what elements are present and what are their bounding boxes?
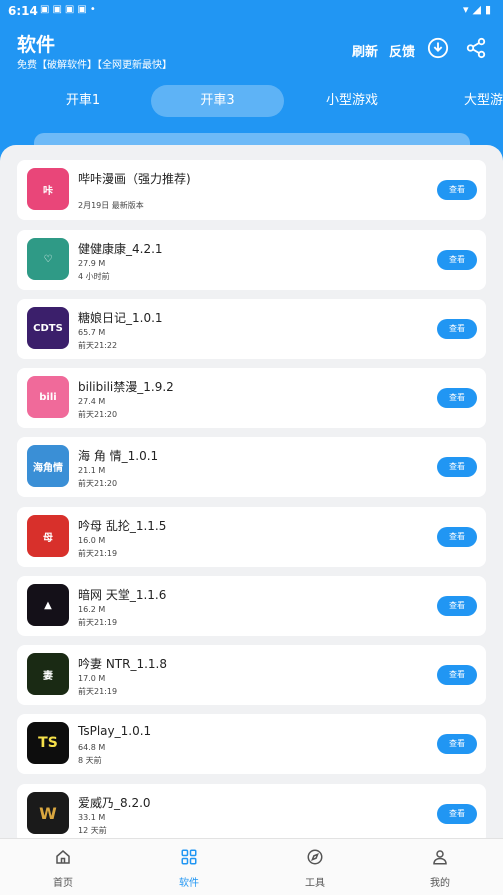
- app-header: 软件 免费【破解软件】【全网更新最快】 刷新 反馈: [0, 22, 503, 80]
- app-icon: CDTS: [27, 307, 69, 349]
- app-date: 前天21:19: [78, 687, 118, 696]
- app-date: 12 天前: [78, 826, 107, 835]
- refresh-button[interactable]: 刷新: [352, 41, 378, 60]
- nav-home-label: 首页: [53, 878, 73, 889]
- view-button[interactable]: 查看: [437, 596, 477, 616]
- status-bar: 6:14 ▣▣▣▣• ▾◢▮: [0, 0, 503, 22]
- app-icon: ▲: [27, 584, 69, 626]
- app-icon: 海角情: [27, 445, 69, 487]
- app-size: 27.4 M: [78, 397, 106, 406]
- nav-tools[interactable]: 工具: [252, 839, 378, 895]
- view-button[interactable]: 查看: [437, 734, 477, 754]
- view-button[interactable]: 查看: [437, 457, 477, 477]
- compass-icon: [307, 849, 323, 865]
- list-item[interactable]: TS TsPlay_1.0.1 64.8 M 8 天前 查看: [17, 714, 486, 774]
- view-button[interactable]: 查看: [437, 319, 477, 339]
- app-size: 27.9 M: [78, 259, 106, 268]
- app-size: 16.2 M: [78, 605, 106, 614]
- home-icon: [56, 850, 70, 864]
- app-date: 前天21:20: [78, 410, 118, 419]
- app-name: TsPlay_1.0.1: [78, 724, 152, 738]
- user-icon: [433, 850, 447, 865]
- view-button[interactable]: 查看: [437, 804, 477, 824]
- tab-large-games[interactable]: 大型游戏: [445, 85, 503, 117]
- app-name: 哔咔漫画（强力推荐): [78, 172, 191, 186]
- feedback-button[interactable]: 反馈: [389, 41, 415, 60]
- nav-profile-label: 我的: [430, 878, 450, 889]
- app-date: 前天21:19: [78, 618, 118, 627]
- share-icon[interactable]: [465, 37, 487, 59]
- app-name: 爱威乃_8.2.0: [78, 796, 151, 810]
- app-name: 吟妻 NTR_1.1.8: [78, 657, 167, 671]
- tab-kaiche3[interactable]: 开車3: [151, 85, 284, 117]
- list-item[interactable]: ♡ 健健康康_4.2.1 27.9 M 4 小时前 查看: [17, 230, 486, 290]
- grid-icon: [181, 849, 197, 865]
- app-size: 17.0 M: [78, 674, 106, 683]
- status-time: 6:14: [8, 4, 38, 18]
- app-date: 前天21:22: [78, 341, 118, 350]
- paw-icon: ▣: [64, 4, 78, 15]
- notification-icons: ▣▣▣▣•: [40, 4, 99, 15]
- list-item[interactable]: ▲ 暗网 天堂_1.1.6 16.2 M 前天21:19 查看: [17, 576, 486, 636]
- view-button[interactable]: 查看: [437, 388, 477, 408]
- dot-icon: •: [89, 4, 99, 15]
- category-tabs: 开車1 开車3 小型游戏 大型游戏: [0, 85, 503, 119]
- app-list: 咔 哔咔漫画（强力推荐) 2月19日 最新版本 查看 ♡ 健健康康_4.2.1 …: [0, 145, 503, 845]
- list-item[interactable]: CDTS 糖娘日记_1.0.1 65.7 M 前天21:22 查看: [17, 299, 486, 359]
- app-name: 健健康康_4.2.1: [78, 242, 163, 256]
- list-item[interactable]: 海角情 海 角 情_1.0.1 21.1 M 前天21:20 查看: [17, 437, 486, 497]
- view-button[interactable]: 查看: [437, 250, 477, 270]
- list-item[interactable]: 咔 哔咔漫画（强力推荐) 2月19日 最新版本 查看: [17, 160, 486, 220]
- tab-small-games[interactable]: 小型游戏: [307, 85, 397, 117]
- battery-icon: ▮: [484, 3, 495, 16]
- app-name: 吟母 乱抡_1.1.5: [78, 519, 167, 533]
- app-icon: TS: [27, 722, 69, 764]
- app-size: 65.7 M: [78, 328, 106, 337]
- system-icons: ▾◢▮: [463, 3, 495, 16]
- app-date: 4 小时前: [78, 272, 110, 281]
- app-size: 33.1 M: [78, 813, 106, 822]
- paw-icon: ▣: [52, 4, 65, 15]
- nav-home[interactable]: 首页: [0, 839, 126, 895]
- view-button[interactable]: 查看: [437, 527, 477, 547]
- nav-tools-label: 工具: [305, 878, 325, 889]
- app-name: bilibili禁漫_1.9.2: [78, 380, 174, 394]
- bottom-nav: 首页 软件 工具 我的: [0, 838, 503, 895]
- tab-kaiche1[interactable]: 开車1: [38, 85, 128, 117]
- app-icon: ♡: [27, 238, 69, 280]
- app-icon: bili: [27, 376, 69, 418]
- view-button[interactable]: 查看: [437, 180, 477, 200]
- app-icon: W: [27, 792, 69, 834]
- app-size: 21.1 M: [78, 466, 106, 475]
- app-icon: 妻: [27, 653, 69, 695]
- list-item[interactable]: 妻 吟妻 NTR_1.1.8 17.0 M 前天21:19 查看: [17, 645, 486, 705]
- nav-software-label: 软件: [179, 878, 199, 889]
- signal-icon: ◢: [472, 3, 485, 16]
- app-date: 2月19日 最新版本: [78, 201, 144, 210]
- app-date: 8 天前: [78, 756, 102, 765]
- app-size: 64.8 M: [78, 743, 106, 752]
- app-name: 海 角 情_1.0.1: [78, 449, 159, 463]
- paw-icon: ▣: [77, 4, 90, 15]
- page-title: 软件: [17, 34, 56, 56]
- app-icon: 咔: [27, 168, 69, 210]
- app-date: 前天21:19: [78, 549, 118, 558]
- list-item[interactable]: W 爱威乃_8.2.0 33.1 M 12 天前 查看: [17, 784, 486, 844]
- page-subtitle: 免费【破解软件】【全网更新最快】: [17, 60, 172, 71]
- view-button[interactable]: 查看: [437, 665, 477, 685]
- list-item[interactable]: bili bilibili禁漫_1.9.2 27.4 M 前天21:20 查看: [17, 368, 486, 428]
- app-icon: 母: [27, 515, 69, 557]
- nav-software[interactable]: 软件: [126, 839, 252, 895]
- app-date: 前天21:20: [78, 479, 118, 488]
- app-size: 16.0 M: [78, 536, 106, 545]
- nav-profile[interactable]: 我的: [377, 839, 503, 895]
- paw-icon: ▣: [40, 4, 53, 15]
- list-item[interactable]: 母 吟母 乱抡_1.1.5 16.0 M 前天21:19 查看: [17, 507, 486, 567]
- app-name: 糖娘日记_1.0.1: [78, 311, 163, 325]
- download-icon[interactable]: [427, 37, 449, 59]
- app-name: 暗网 天堂_1.1.6: [78, 588, 167, 602]
